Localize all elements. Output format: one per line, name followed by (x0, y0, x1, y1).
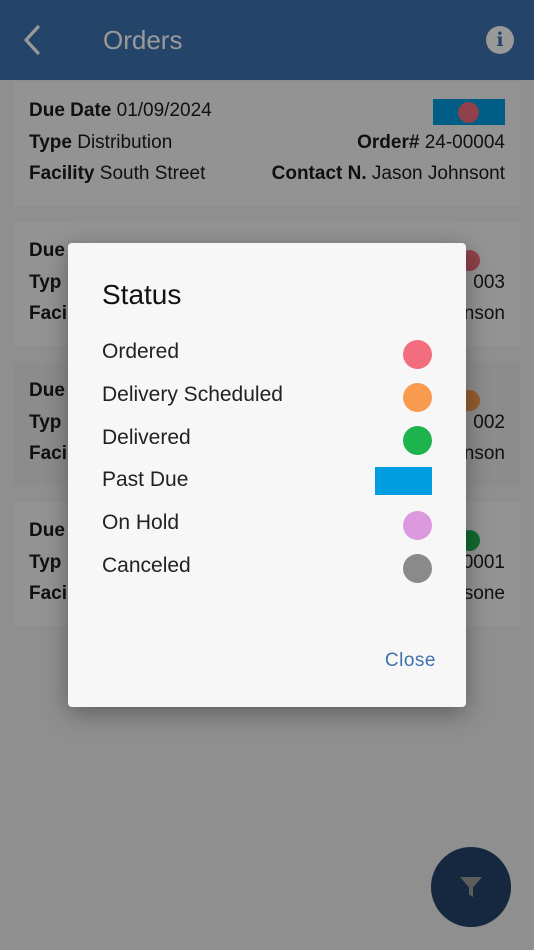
legend-label: On Hold (102, 511, 180, 535)
status-swatch-on-hold (403, 511, 432, 541)
status-swatch-past-due (375, 467, 432, 496)
legend-label: Past Due (102, 468, 189, 492)
legend-label: Delivered (102, 425, 191, 449)
legend-item-on-hold: On Hold (102, 504, 432, 547)
close-button[interactable]: Close (385, 650, 436, 672)
status-swatch-ordered (403, 340, 432, 369)
legend-item-past-due: Past Due (102, 461, 432, 504)
legend-label: Delivery Scheduled (102, 382, 283, 406)
legend-item-canceled: Canceled (102, 547, 432, 590)
status-swatch-delivered (403, 425, 432, 455)
legend-label: Canceled (102, 553, 191, 577)
dialog-title: Status (102, 279, 182, 310)
legend-item-ordered: Ordered (102, 333, 432, 376)
status-legend: Ordered Delivery Scheduled Delivered Pas… (102, 333, 432, 590)
status-swatch-canceled (403, 553, 432, 583)
status-dialog: Status Ordered Delivery Scheduled Delive… (68, 243, 466, 707)
legend-item-delivery-scheduled: Delivery Scheduled (102, 376, 432, 419)
legend-item-delivered: Delivered (102, 419, 432, 462)
status-swatch-delivery-scheduled (403, 382, 432, 412)
legend-label: Ordered (102, 340, 180, 363)
